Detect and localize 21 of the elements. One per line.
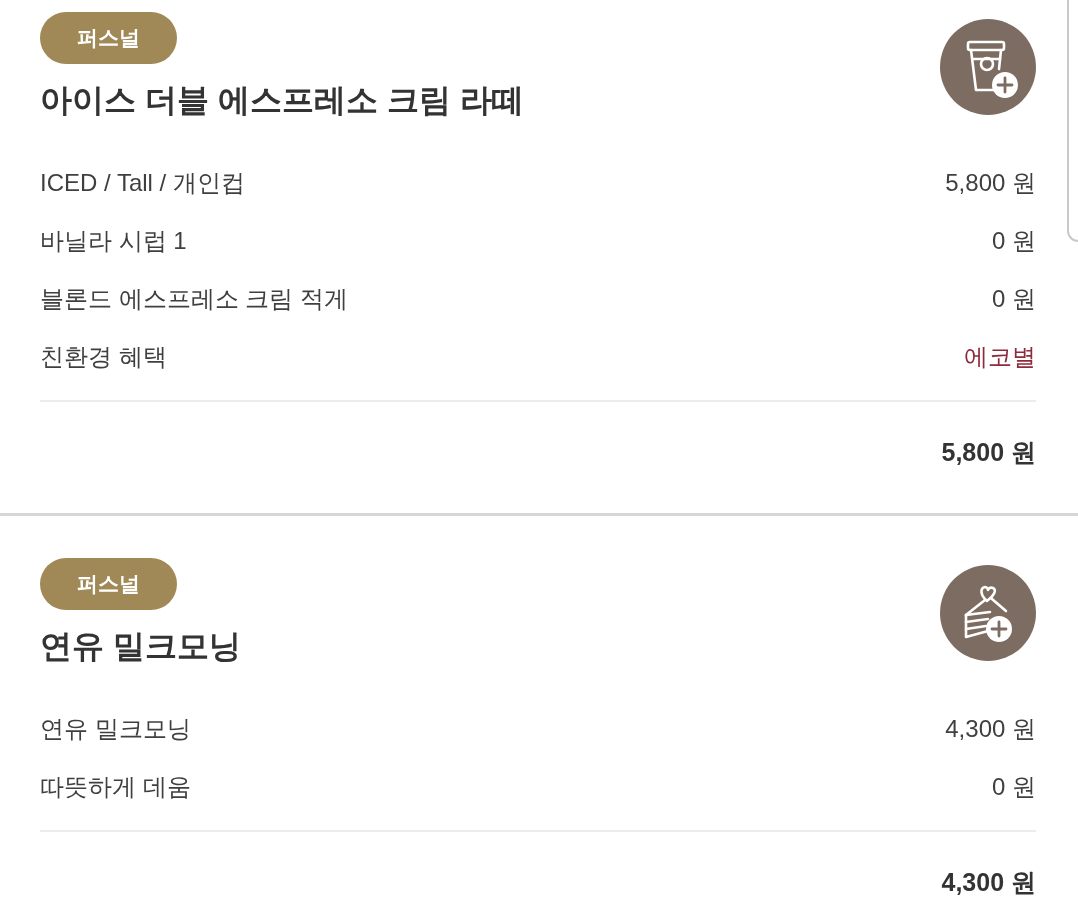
option-label: 블론드 에스프레소 크림 적게 — [40, 284, 348, 314]
order-type-badge: 퍼스널 — [40, 558, 177, 610]
option-label: 바닐라 시럽 1 — [40, 226, 187, 256]
option-label: 연유 밀크모닝 — [40, 714, 191, 744]
item-total: 5,800 원 — [941, 438, 1036, 466]
option-label: 따뜻하게 데움 — [40, 772, 191, 802]
item-total: 4,300 원 — [941, 868, 1036, 896]
option-label: 친환경 혜택 — [40, 342, 167, 372]
scroll-thumb[interactable] — [1067, 0, 1078, 242]
option-label: ICED / Tall / 개인컵 — [40, 168, 245, 198]
item-name: 연유 밀크모닝 — [40, 627, 241, 666]
option-price: 에코별 — [964, 342, 1036, 372]
item-name: 아이스 더블 에스프레소 크림 라떼 — [40, 81, 524, 120]
option-price: 5,800 원 — [945, 168, 1036, 198]
option-price: 0 원 — [992, 284, 1036, 314]
cake-add-icon[interactable] — [940, 565, 1036, 661]
option-price: 0 원 — [992, 772, 1036, 802]
option-price: 0 원 — [992, 226, 1036, 256]
option-price: 4,300 원 — [945, 714, 1036, 744]
order-type-badge: 퍼스널 — [40, 12, 177, 64]
cup-add-icon[interactable] — [940, 19, 1036, 115]
